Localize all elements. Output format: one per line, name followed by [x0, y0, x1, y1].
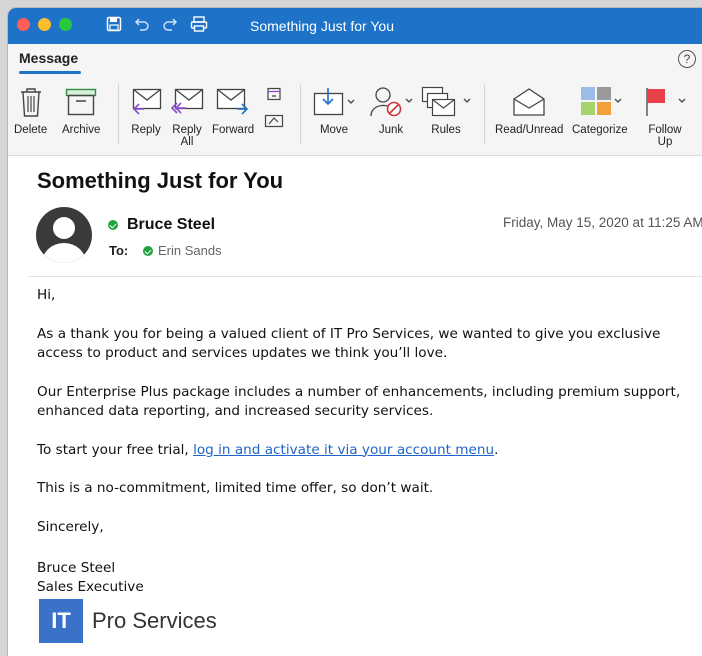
- trial-text: To start your free trial,: [37, 441, 194, 458]
- window-title: Something Just for You: [250, 18, 394, 34]
- signature: Bruce Steel Sales Executive: [37, 559, 144, 597]
- maximize-window-button[interactable]: [59, 18, 72, 31]
- activate-trial-link[interactable]: log in and activate it via your account …: [193, 442, 494, 458]
- delete-button[interactable]: Delete: [14, 82, 47, 136]
- reply-icon: [132, 88, 162, 115]
- closing: Sincerely,: [37, 518, 104, 535]
- body-paragraph: Our Enterprise Plus package includes a n…: [37, 383, 681, 420]
- help-button[interactable]: ?: [678, 50, 696, 68]
- active-tab-indicator: [19, 71, 81, 74]
- reply-label: Reply: [131, 124, 161, 136]
- archive-icon: [65, 88, 97, 116]
- logo-text: Pro Services: [92, 608, 217, 633]
- recipient-online-status-icon: [143, 246, 153, 256]
- read-unread-button[interactable]: Read/Unread: [495, 82, 563, 136]
- save-icon[interactable]: [106, 16, 122, 32]
- reply-button[interactable]: Reply: [130, 82, 162, 136]
- read-unread-label: Read/Unread: [495, 124, 564, 136]
- categorize-label: Categorize: [572, 124, 628, 136]
- meeting-reply-button[interactable]: [264, 86, 284, 130]
- rules-label: Rules: [431, 124, 461, 136]
- greeting: Hi,: [37, 287, 56, 303]
- header-divider: [28, 276, 702, 277]
- forward-label: Forward: [212, 124, 255, 136]
- ribbon-separator: [484, 84, 485, 144]
- ribbon: Message ? Delete Archive Reply Reply All…: [8, 44, 702, 156]
- archive-button[interactable]: Archive: [62, 82, 100, 136]
- window-controls: [17, 18, 72, 31]
- forward-button[interactable]: Forward: [212, 82, 254, 136]
- forward-icon: [216, 88, 249, 115]
- reply-all-label: Reply All: [172, 124, 202, 148]
- archive-label: Archive: [62, 124, 101, 136]
- follow-up-button[interactable]: Follow Up: [641, 82, 689, 148]
- undo-icon[interactable]: [134, 16, 150, 32]
- redo-icon[interactable]: [162, 16, 178, 32]
- recipient-name[interactable]: Erin Sands: [158, 243, 222, 258]
- follow-up-label: Follow Up: [648, 124, 682, 148]
- trash-icon: [20, 88, 41, 117]
- trial-text-end: .: [494, 441, 499, 458]
- tab-message[interactable]: Message: [19, 50, 78, 66]
- print-icon[interactable]: [190, 16, 208, 32]
- attachment-reply-icon: [264, 114, 284, 128]
- sender-name[interactable]: Bruce Steel: [127, 216, 215, 234]
- signature-name: Bruce Steel: [37, 560, 116, 576]
- delete-label: Delete: [14, 124, 48, 136]
- sender-avatar[interactable]: [36, 207, 92, 263]
- sender-online-status-icon: [108, 220, 118, 230]
- message-subject: Something Just for You: [37, 168, 284, 193]
- logo-mark: IT: [39, 599, 83, 643]
- mail-window: Something Just for You Message ? Delete …: [8, 8, 702, 656]
- minimize-window-button[interactable]: [38, 18, 51, 31]
- ribbon-separator: [118, 84, 119, 144]
- close-window-button[interactable]: [17, 18, 30, 31]
- calendar-reply-icon: [267, 87, 281, 101]
- reply-all-icon: [170, 88, 204, 114]
- body-paragraph-trial: To start your free trial, log in and act…: [37, 441, 702, 461]
- envelope-open-icon: [513, 88, 545, 116]
- reply-all-button[interactable]: Reply All: [170, 82, 204, 148]
- quick-access-toolbar: [106, 16, 208, 32]
- junk-button[interactable]: Junk: [369, 82, 413, 136]
- rules-icon: [421, 86, 471, 117]
- body-paragraph: This is a no-commitment, limited time of…: [37, 480, 434, 496]
- signature-title: Sales Executive: [37, 579, 144, 595]
- junk-icon: [370, 87, 413, 117]
- move-button[interactable]: Move: [313, 82, 355, 136]
- body-paragraph: As a thank you for being a valued client…: [37, 325, 661, 362]
- rules-button[interactable]: Rules: [421, 82, 471, 136]
- to-label: To:: [109, 243, 129, 258]
- move-folder-icon: [313, 88, 355, 116]
- ribbon-separator: [300, 84, 301, 144]
- message-date: Friday, May 15, 2020 at 11:25 AM: [503, 215, 702, 230]
- categorize-button[interactable]: Categorize: [572, 82, 628, 136]
- company-logo: IT Pro Services: [39, 599, 217, 643]
- message-body: Hi, As a thank you for being a valued cl…: [37, 286, 702, 556]
- categorize-icon: [580, 87, 622, 115]
- junk-label: Junk: [378, 124, 404, 136]
- person-icon: [42, 217, 86, 263]
- title-bar: Something Just for You: [8, 8, 702, 44]
- move-label: Move: [319, 124, 349, 136]
- flag-icon: [646, 88, 686, 116]
